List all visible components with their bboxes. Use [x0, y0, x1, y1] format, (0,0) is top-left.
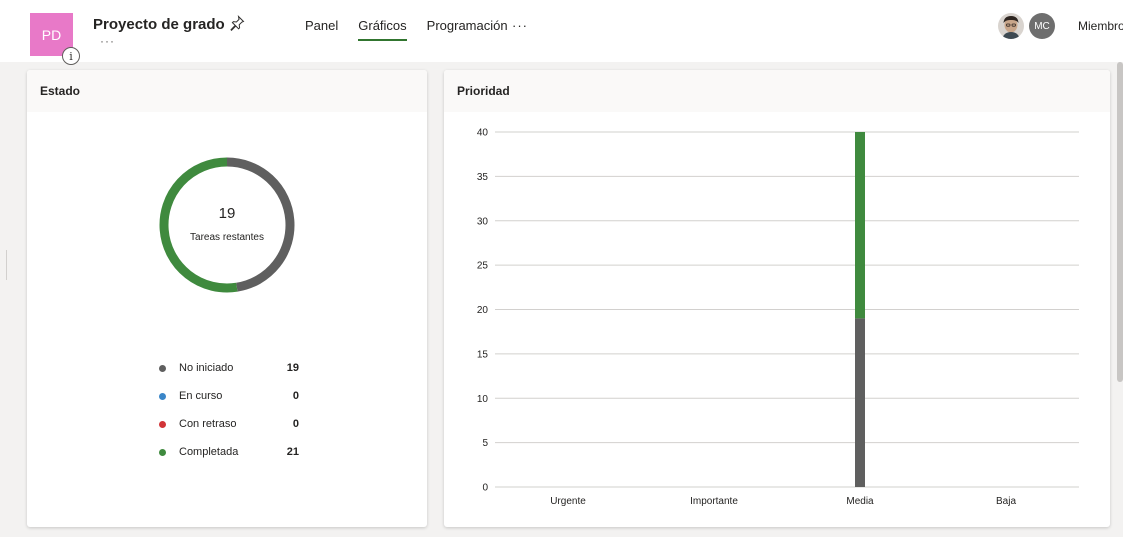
y-tick-label: 40 [477, 128, 489, 139]
priority-card-title: Prioridad [444, 70, 1110, 112]
legend-value: 0 [292, 390, 299, 402]
x-tick-label-media: Media [846, 496, 874, 507]
y-tick-label: 5 [482, 438, 488, 449]
legend-label: Con retraso [179, 418, 237, 430]
tab-programacion[interactable]: Programación [427, 18, 508, 41]
remaining-label: Tareas restantes [190, 232, 264, 243]
legend-dot [159, 365, 166, 372]
members-button[interactable]: Miembros [1078, 19, 1123, 33]
priority-chart-card: Prioridad 0 5 10 15 20 25 30 35 40 Urgente Importa… [444, 70, 1110, 527]
legend-label: No iniciado [179, 362, 234, 374]
user-photo-avatar[interactable] [998, 13, 1024, 39]
x-tick-label-urgente: Urgente [550, 496, 586, 507]
plan-tabs: Panel Gráficos Programación ··· [305, 18, 528, 41]
status-chart-card: Estado 19 Tareas restantes No iniciado 1… [27, 70, 427, 527]
tab-panel[interactable]: Panel [305, 18, 338, 41]
y-tick-label: 30 [477, 216, 489, 227]
y-tick-label: 35 [477, 172, 489, 183]
plan-title: Proyecto de grado [93, 16, 225, 33]
legend-value: 19 [286, 362, 299, 374]
legend-value: 21 [286, 446, 299, 458]
x-tick-label-importante: Importante [690, 496, 738, 507]
y-tick-label: 20 [477, 305, 489, 316]
pin-icon[interactable] [229, 15, 245, 31]
y-tick-label: 0 [482, 483, 488, 494]
y-tick-label: 15 [477, 349, 489, 360]
donut-slice-no-iniciado[interactable] [226, 157, 295, 292]
legend-item-en-curso[interactable]: En curso 0 [159, 390, 299, 418]
x-tick-label-baja: Baja [996, 496, 1016, 507]
legend-item-con-retraso[interactable]: Con retraso 0 [159, 418, 299, 446]
more-tabs-icon[interactable]: ··· [512, 18, 528, 33]
legend-value: 0 [292, 418, 299, 430]
legend-label: Completada [179, 446, 239, 458]
y-tick-label: 25 [477, 261, 489, 272]
y-tick-label: 10 [477, 394, 489, 405]
donut-slice-completada[interactable] [159, 157, 238, 293]
bar-media-series-1[interactable] [855, 132, 865, 319]
plan-header: PD i Proyecto de grado ··· Panel Gráfico… [0, 0, 1123, 65]
bar-media-series-0[interactable] [855, 318, 865, 487]
status-donut-chart [159, 157, 295, 293]
legend-item-completada[interactable]: Completada 21 [159, 446, 299, 474]
more-icon[interactable]: ··· [100, 34, 115, 48]
info-icon[interactable]: i [62, 47, 80, 65]
remaining-count: 19 [218, 205, 236, 222]
legend-dot [159, 449, 166, 456]
legend-label: En curso [179, 390, 223, 402]
member-avatar-mc[interactable]: MC [1029, 13, 1055, 39]
left-rail-divider [6, 250, 7, 280]
legend-dot [159, 393, 166, 400]
status-card-title: Estado [27, 70, 427, 112]
legend-item-no-iniciado[interactable]: No iniciado 19 [159, 362, 299, 390]
legend-dot [159, 421, 166, 428]
priority-bar-chart: 0 5 10 15 20 25 30 35 40 Urgente Importante Media Ba… [477, 128, 1079, 507]
status-legend: No iniciado 19 En curso 0 Con retraso 0 … [159, 362, 299, 474]
tab-graficos[interactable]: Gráficos [358, 18, 408, 41]
vertical-scrollbar[interactable] [1117, 62, 1123, 382]
